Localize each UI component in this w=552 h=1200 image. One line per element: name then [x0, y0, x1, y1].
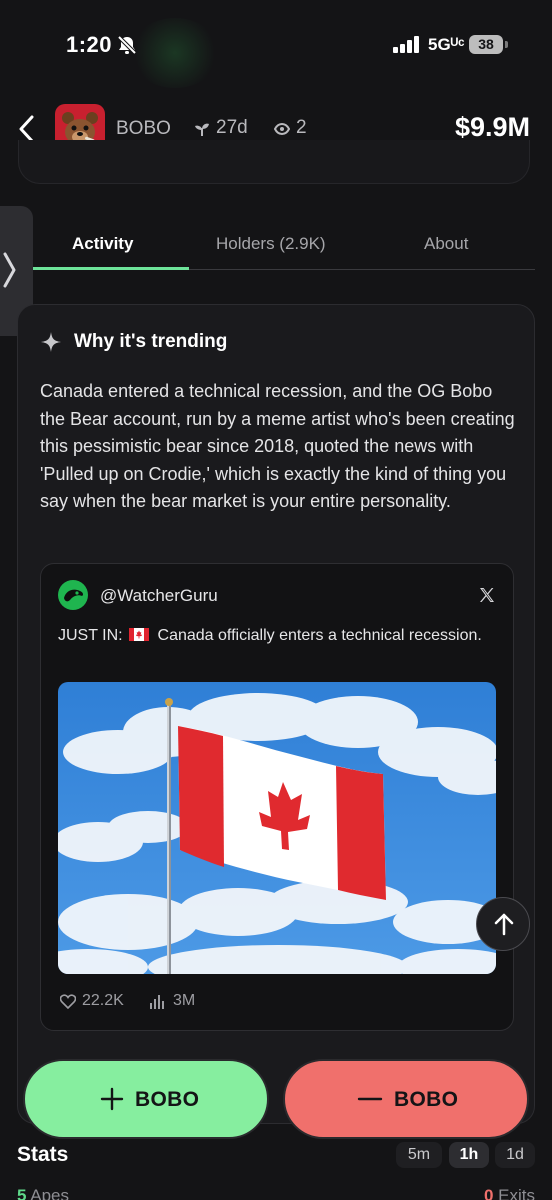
views-bar-icon: [150, 995, 164, 1009]
trending-card: Why it's trending Canada entered a techn…: [17, 304, 535, 1124]
token-age: 27d: [216, 117, 248, 138]
exits-count: 0: [483, 1186, 494, 1200]
header-card-edge: [18, 140, 530, 184]
tweet-views: 3M: [173, 992, 196, 1009]
tweet-text: JUST IN: Canada officially enters a tech…: [58, 625, 498, 647]
tweet-author-avatar: [58, 580, 88, 610]
watcher-logo-icon: [64, 589, 84, 602]
arrow-up-icon: [494, 913, 514, 936]
tab-about[interactable]: About: [424, 234, 468, 254]
token-name: BOBO: [116, 118, 171, 139]
signal-icon: [393, 36, 419, 53]
apes-count: 5: [17, 1186, 27, 1200]
tweet-text-body: Canada officially enters a technical rec…: [157, 627, 482, 644]
minus-icon: [357, 1097, 383, 1101]
sprout-icon: [195, 123, 209, 136]
camera-glow: [130, 18, 220, 88]
tweet-likes: 22.2K: [82, 992, 124, 1009]
bell-muted-icon: [117, 35, 137, 55]
range-1h[interactable]: 1h: [449, 1142, 489, 1168]
sell-button-label: BOBO: [394, 1088, 459, 1111]
exits-label: Exits: [498, 1186, 535, 1200]
tweet-handle[interactable]: @WatcherGuru: [100, 586, 218, 606]
sell-button[interactable]: BOBO: [283, 1059, 529, 1139]
apes-label: Apes: [30, 1186, 70, 1200]
trending-title: Why it's trending: [74, 331, 228, 352]
tab-activity[interactable]: Activity: [72, 234, 133, 254]
buy-button-label: BOBO: [135, 1088, 200, 1111]
embedded-tweet[interactable]: @WatcherGuru JUST IN: Canada officially …: [40, 563, 514, 1031]
canada-flag-photo: [58, 682, 496, 974]
battery-indicator: 38: [469, 35, 503, 54]
sparkle-icon: [41, 332, 61, 352]
chevron-right-icon: [3, 252, 16, 288]
tweet-text-prefix: JUST IN:: [58, 627, 123, 644]
exits-stat: 0 Exits: [484, 1186, 535, 1200]
heart-icon[interactable]: [60, 994, 76, 1009]
market-cap: $9.9M: [454, 112, 530, 142]
watchers-count: 2: [296, 117, 307, 138]
tab-bar: Activity Holders (2.9K) About: [33, 220, 535, 270]
plus-icon: [100, 1087, 124, 1111]
tab-holders[interactable]: Holders (2.9K): [216, 234, 326, 254]
battery-nub: [505, 41, 508, 48]
x-logo-icon[interactable]: [479, 587, 495, 603]
apes-stat: 5 Apes: [17, 1186, 69, 1200]
network-label: 5Gᵁᶜ: [428, 35, 465, 54]
status-time: 1:20: [66, 32, 113, 57]
canada-flag-icon: [129, 628, 150, 641]
eye-icon: [274, 123, 290, 135]
scroll-to-top-button[interactable]: [476, 897, 530, 951]
tweet-image[interactable]: [58, 682, 496, 974]
range-5m[interactable]: 5m: [396, 1142, 442, 1168]
status-bar: 1:20 5Gᵁᶜ 38: [0, 0, 552, 90]
buy-button[interactable]: BOBO: [23, 1059, 269, 1139]
range-1d[interactable]: 1d: [495, 1142, 535, 1168]
trending-body: Canada entered a technical recession, an…: [40, 381, 515, 511]
active-tab-indicator: [33, 267, 189, 270]
stats-title: Stats: [17, 1143, 69, 1166]
